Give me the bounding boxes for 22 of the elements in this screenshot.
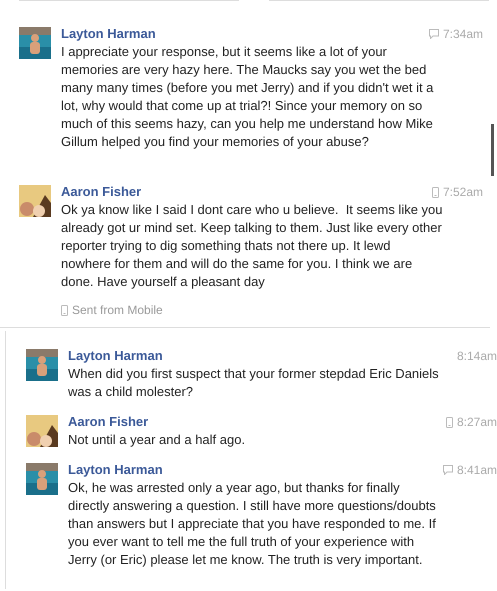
message-text: Not until a year and a half ago. [68, 431, 246, 449]
phone-icon [61, 304, 68, 316]
sender-name[interactable]: Layton Harman [68, 461, 163, 479]
message-time: 8:41am [456, 462, 497, 478]
sender-name[interactable]: Aaron Fisher [61, 183, 142, 201]
sender-name[interactable]: Aaron Fisher [68, 413, 148, 431]
message-text: Ok ya know like I said I dont care who u believe. It seems like you already got ur mind set. Keep talking to them. Just like every other reporter trying to dig something thats not there up. It lewd nowhere for them and will do the same for you. I think we are done. Have yourself a pleasant day [61, 201, 443, 291]
sender-name[interactable]: Layton Harman [61, 25, 156, 43]
message-text: When did you first suspect that your former stepdad Eric Daniels was a child molester? [68, 365, 440, 401]
chat-bubble-icon [442, 465, 453, 475]
phone-icon [432, 186, 439, 198]
message-time: 7:52am [442, 184, 483, 200]
sent-from-label: Sent from Mobile [72, 302, 163, 319]
message-time: 8:14am [456, 348, 497, 364]
sender-name[interactable]: Layton Harman [68, 347, 163, 365]
message-text: I appreciate your response, but it seems like a lot of your memories are very hazy here. The Maucks say you wet the bed many many times (before you met Jerry) and if you didn't wet it a lot, why would that come up at trial?! Since your memory on so much of this seems hazy, can you help me understand how Mike Gillum helped you find your memories of your abuse? [61, 43, 434, 151]
message-time: 8:27am [456, 414, 497, 430]
message-time: 7:34am [442, 26, 483, 42]
scrollbar-thumb[interactable] [491, 124, 494, 176]
chat-bubble-icon [428, 29, 439, 39]
phone-icon [446, 416, 453, 428]
message-text: Ok, he was arrested only a year ago, but thanks for finally directly answering a question. I still have more questions/doubts than answers but I appreciate that you have responded to me. If you ever want to tell me the full truth of your experience with Jerry (or Eric) please let me know. The truth is very important. [68, 479, 437, 569]
